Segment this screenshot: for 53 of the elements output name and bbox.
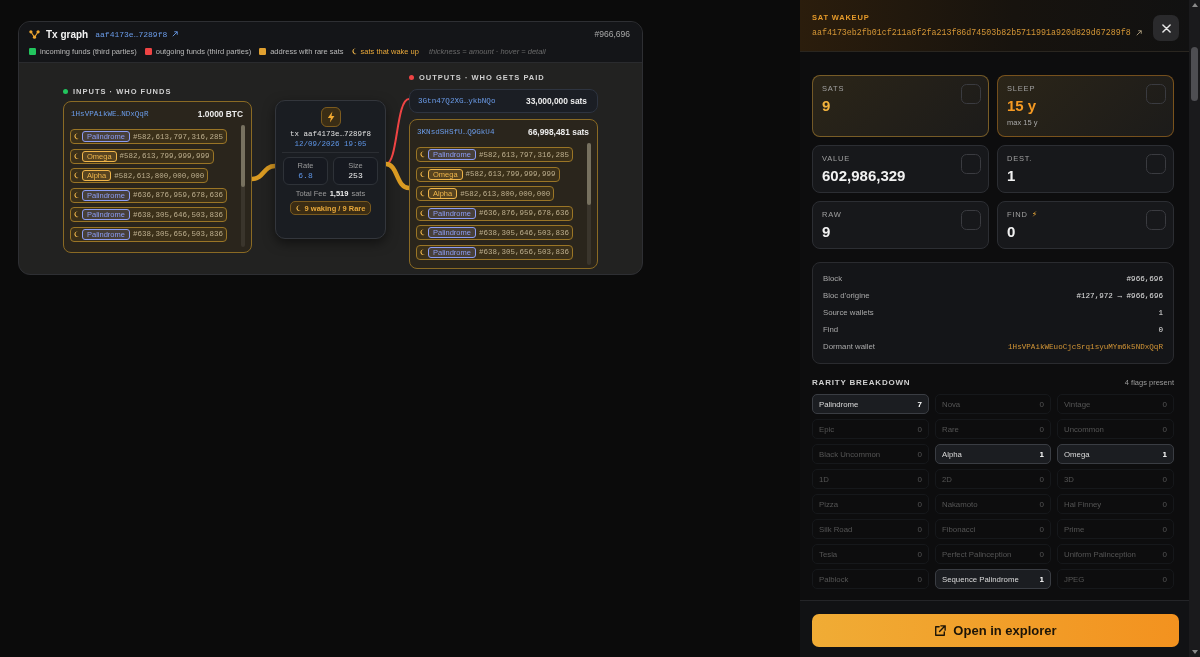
moon-icon — [295, 204, 301, 212]
graph-title: Tx graph — [46, 28, 89, 40]
stat-value: 9 — [822, 97, 832, 114]
scrollbar[interactable] — [587, 143, 591, 265]
square-outline-icon — [961, 210, 981, 230]
moon-icon — [74, 172, 79, 179]
scrollbar[interactable] — [1189, 0, 1200, 657]
square-outline-icon — [961, 84, 981, 104]
flow-wire — [252, 163, 275, 182]
square-outline-icon — [1146, 210, 1166, 230]
stat-value: 0 — [1007, 223, 1017, 240]
tx-hash-link[interactable]: aaf4173e…7289f8 — [95, 29, 168, 39]
moon-icon — [74, 133, 79, 140]
stat-value: 1 — [1007, 167, 1017, 184]
rarity-count: 1 — [1162, 449, 1167, 459]
rarity-count: 7 — [917, 399, 922, 409]
moon-icon — [420, 151, 425, 158]
stat-value: 602,986,329 — [822, 167, 906, 184]
amount-text: 33,000,000 sats — [526, 96, 587, 106]
bolt-icon — [320, 107, 341, 127]
moon-icon — [74, 152, 79, 160]
rarity-count: 1 — [1039, 574, 1044, 584]
arrow-icon[interactable] — [1135, 29, 1142, 36]
moon-icon — [74, 191, 79, 199]
moon-icon — [74, 230, 79, 238]
arrow-icon[interactable] — [172, 31, 179, 37]
square-outline-icon — [1146, 154, 1166, 174]
amount-text: 1.0000 BTC — [197, 109, 243, 119]
network-icon — [29, 29, 40, 39]
rarity-count: 1 — [1039, 449, 1044, 459]
stat-value: 9 — [822, 223, 832, 240]
stat-value: 253 — [348, 171, 363, 181]
square-outline-icon — [961, 154, 981, 174]
close-icon[interactable] — [1161, 23, 1171, 33]
amount-text: 66,998,481 sats — [528, 127, 589, 137]
stat-value: 6.8 — [298, 171, 313, 181]
stat-value: 15 y — [1007, 97, 1038, 114]
moon-icon — [351, 48, 357, 55]
moon-icon — [74, 211, 79, 218]
external-link-icon[interactable] — [934, 624, 947, 637]
bolt-icon: ⚡ — [1031, 209, 1038, 219]
close-button[interactable] — [1153, 15, 1179, 41]
moon-icon — [420, 248, 425, 256]
scrollbar[interactable] — [241, 125, 245, 247]
moon-icon — [420, 170, 425, 178]
section-title: RARITY BREAKDOWN — [812, 378, 911, 387]
square-outline-icon — [1146, 84, 1166, 104]
moon-icon — [420, 209, 425, 217]
open-explorer-button[interactable]: Open in explorer — [812, 614, 1179, 647]
txid-link[interactable]: aaf4173eb2fb01cf211a6f2fa213f86d74503b82b5711991a920d829d67289f8 — [812, 28, 1131, 37]
moon-icon — [420, 229, 425, 236]
moon-icon — [420, 190, 425, 197]
block-number: #966,696 — [594, 29, 630, 39]
